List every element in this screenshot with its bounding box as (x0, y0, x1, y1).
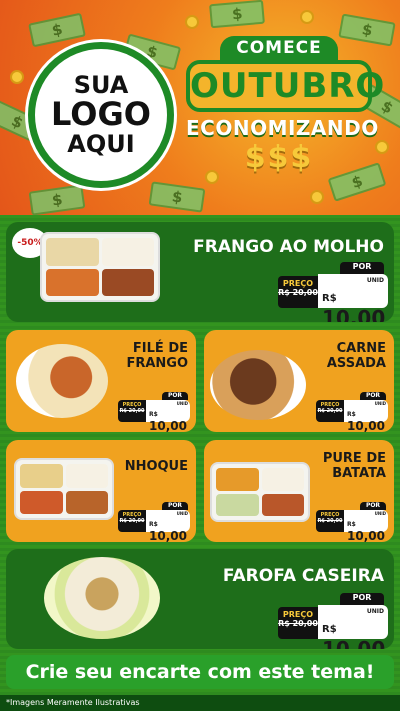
money-bill-icon (209, 0, 265, 29)
product-card-pure-de-batata[interactable]: PURE DE BATATA PREÇO R$ 20,00 R$ 10,00 U… (204, 440, 394, 542)
footer-disclaimer: *Imagens Meramente Ilustrativas (0, 695, 400, 711)
old-price: R$ 20,00 (119, 518, 145, 524)
currency: R$ (149, 521, 158, 528)
por-label: POR (360, 392, 386, 400)
currency: R$ (149, 411, 158, 418)
coin-icon (300, 10, 314, 24)
old-price: R$ 20,00 (119, 408, 145, 414)
product-name: PURE DE BATATA (322, 451, 386, 481)
price-tag: PREÇO R$ 20,00 R$ 10,00 UNID POR (118, 502, 190, 542)
hero-banner: SUA LOGO AQUI COMECE OUTUBRO ECONOMIZAND… (0, 0, 400, 215)
product-name: NHOQUE (124, 459, 188, 474)
price-label: PREÇO (282, 610, 314, 619)
coin-icon (185, 15, 199, 29)
old-price: R$ 20,00 (278, 288, 318, 297)
current-price: 10,00 (149, 529, 187, 542)
dollar-signs: $$$ (244, 140, 314, 175)
product-card-farofa-caseira[interactable]: FAROFA CASEIRA PREÇO R$ 20,00 R$ 10,00 U… (6, 549, 394, 649)
por-label: POR (340, 593, 384, 605)
product-name: FAROFA CASEIRA (222, 566, 384, 586)
price-label: PREÇO (282, 279, 314, 288)
current-price: 10,00 (347, 529, 385, 542)
coin-icon (375, 140, 389, 154)
product-name: CARNE ASSADA (326, 341, 386, 371)
current-price: 10,00 (322, 637, 386, 649)
product-card-carne-assada[interactable]: CARNE ASSADA PREÇO R$ 20,00 R$ 10,00 UNI… (204, 330, 394, 432)
por-label: POR (360, 502, 386, 510)
por-label: POR (162, 502, 188, 510)
price-tag: PREÇO R$ 20,00 R$ 10,00 UNID POR (316, 392, 388, 432)
coin-icon (310, 190, 324, 204)
unit-label: UNID (366, 608, 384, 615)
dish-image (210, 462, 310, 522)
unit-label: UNID (374, 511, 386, 516)
current-price: 10,00 (149, 419, 187, 432)
badge-subtitle: ECONOMIZANDO (186, 116, 379, 140)
badge-top: COMECE (220, 36, 338, 60)
logo-placeholder: SUA LOGO AQUI (28, 42, 174, 188)
money-bill-icon (28, 12, 86, 48)
price-tag: PREÇO R$ 20,00 R$ 10,00 UNID POR (118, 392, 190, 432)
dish-image (210, 350, 306, 420)
price-tag: PREÇO R$ 20,00 R$ 10,00 UNID POR (278, 262, 388, 322)
old-price: R$ 20,00 (317, 518, 343, 524)
logo-line-2: LOGO (51, 95, 151, 134)
currency: R$ (322, 293, 337, 304)
current-price: 10,00 (322, 306, 386, 322)
old-price: R$ 20,00 (278, 619, 318, 628)
currency: R$ (347, 411, 356, 418)
logo-line-3: AQUI (67, 129, 135, 158)
unit-label: UNID (366, 277, 384, 284)
dish-image (16, 344, 108, 418)
unit-label: UNID (176, 511, 188, 516)
unit-label: UNID (374, 401, 386, 406)
por-label: POR (340, 262, 384, 274)
badge-title: OUTUBRO (186, 60, 384, 112)
product-card-file-de-frango[interactable]: FILÉ DE FRANGO PREÇO R$ 20,00 R$ 10,00 U… (6, 330, 196, 432)
call-to-action-banner[interactable]: Crie seu encarte com este tema! (6, 655, 394, 689)
product-card-nhoque[interactable]: NHOQUE PREÇO R$ 20,00 R$ 10,00 UNID POR (6, 440, 196, 542)
dish-image (44, 557, 160, 639)
dish-image (14, 458, 114, 520)
current-price: 10,00 (347, 419, 385, 432)
product-name: FRANGO AO MOLHO (193, 237, 384, 257)
old-price: R$ 20,00 (317, 408, 343, 414)
unit-label: UNID (176, 401, 188, 406)
price-tag: PREÇO R$ 20,00 R$ 10,00 UNID POR (278, 593, 388, 649)
currency: R$ (322, 624, 337, 635)
currency: R$ (347, 521, 356, 528)
money-bill-icon (148, 181, 206, 213)
por-label: POR (162, 392, 188, 400)
campaign-badge: COMECE OUTUBRO ECONOMIZANDO $$$ (186, 36, 384, 175)
product-name: FILÉ DE FRANGO (126, 341, 188, 371)
product-card-frango-ao-molho[interactable]: -50% FRANGO AO MOLHO PREÇO R$ 20,00 R$ 1… (6, 222, 394, 322)
money-bill-icon (28, 184, 86, 215)
price-tag: PREÇO R$ 20,00 R$ 10,00 UNID POR (316, 502, 388, 542)
coin-icon (10, 70, 24, 84)
dish-image (40, 232, 160, 302)
